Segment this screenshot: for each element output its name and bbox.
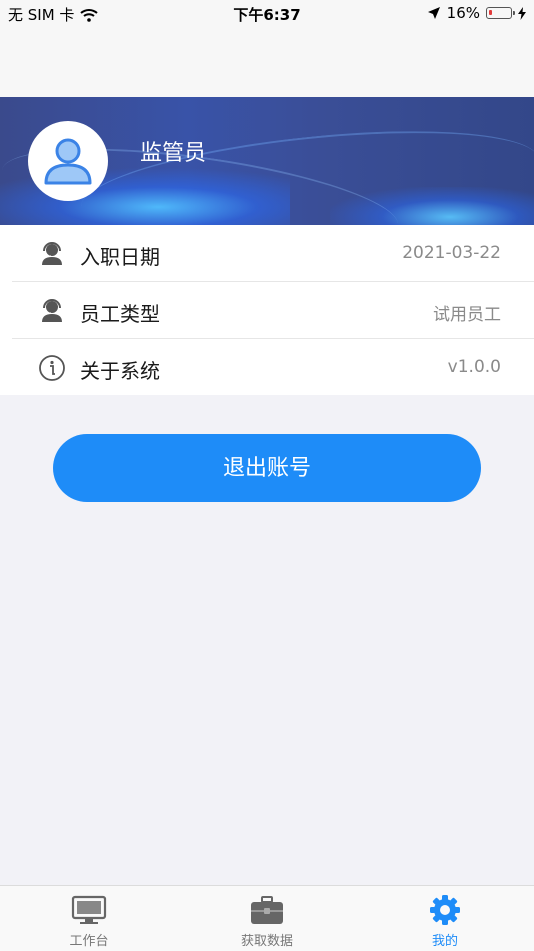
gear-icon xyxy=(430,895,460,925)
battery-fill xyxy=(489,10,492,15)
battery-icon xyxy=(486,7,515,19)
status-bar: 无 SIM 卡 下午6:37 16% xyxy=(0,0,534,28)
charging-bolt-icon xyxy=(518,6,526,20)
nav-area xyxy=(0,28,534,97)
tab-mine[interactable]: 我的 xyxy=(385,894,505,949)
tab-label: 我的 xyxy=(431,934,458,949)
info-icon xyxy=(39,355,65,381)
list-item-value: 试用员工 xyxy=(433,305,501,325)
user-avatar-icon xyxy=(44,138,92,185)
tab-get-data[interactable]: 获取数据 xyxy=(207,894,327,949)
list-item-label: 员工类型 xyxy=(80,302,160,326)
logout-button[interactable]: 退出账号 xyxy=(53,434,481,502)
headset-user-icon xyxy=(42,242,62,265)
list-item-label: 关于系统 xyxy=(80,359,160,383)
tab-bar: 工作台 获取数据 我的 xyxy=(0,885,534,951)
avatar[interactable] xyxy=(28,121,108,201)
info-list: 入职日期 2021-03-22 员工类型 试用员工 关于系统 v1.0.0 xyxy=(0,225,534,395)
tab-label: 获取数据 xyxy=(240,934,293,949)
list-item-about[interactable]: 关于系统 v1.0.0 xyxy=(12,339,534,395)
battery-percent: 16% xyxy=(446,4,480,22)
briefcase-icon xyxy=(251,896,283,924)
list-item-hire-date[interactable]: 入职日期 2021-03-22 xyxy=(12,225,534,282)
list-item-value: v1.0.0 xyxy=(447,357,501,377)
user-name: 监管员 xyxy=(140,141,207,166)
tab-label: 工作台 xyxy=(69,934,109,949)
headset-user-icon xyxy=(42,299,62,322)
list-item-value: 2021-03-22 xyxy=(402,243,501,263)
monitor-icon xyxy=(71,895,107,924)
status-right: 16% xyxy=(427,4,526,22)
list-item-label: 入职日期 xyxy=(80,245,160,269)
profile-banner: 监管员 xyxy=(0,97,534,225)
tab-workbench[interactable]: 工作台 xyxy=(29,894,149,949)
location-arrow-icon xyxy=(427,7,440,19)
list-item-employee-type[interactable]: 员工类型 试用员工 xyxy=(12,282,534,339)
